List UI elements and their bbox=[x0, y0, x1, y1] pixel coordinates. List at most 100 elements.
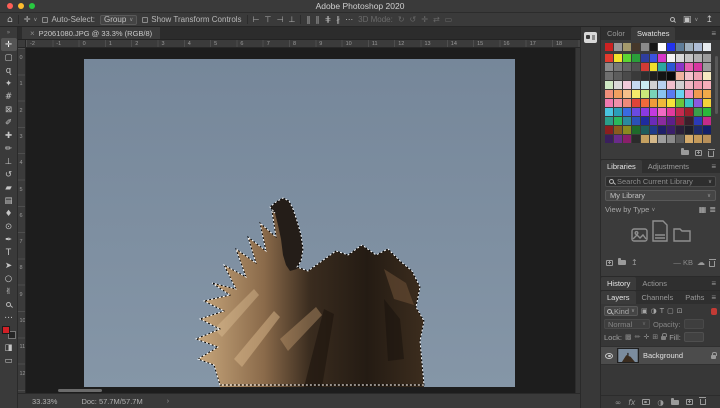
align-horizontal-centers-icon[interactable]: ⊤ bbox=[265, 15, 272, 24]
swatch[interactable] bbox=[650, 90, 658, 98]
home-icon[interactable]: ⌂ bbox=[7, 15, 13, 25]
lock-position-icon[interactable]: ✛ bbox=[643, 333, 649, 341]
history-brush-tool[interactable]: ↺ bbox=[1, 168, 17, 181]
gradient-tool[interactable]: ▤ bbox=[1, 194, 17, 207]
layer-mask-icon[interactable] bbox=[642, 398, 650, 407]
swatch[interactable] bbox=[694, 108, 702, 116]
dodge-tool[interactable]: ⊙ bbox=[1, 220, 17, 233]
quick-selection-tool[interactable]: ✦ bbox=[1, 77, 17, 90]
swatch[interactable] bbox=[623, 72, 631, 80]
fill-field[interactable] bbox=[684, 332, 704, 342]
swatch[interactable] bbox=[641, 81, 649, 89]
distribute-left-edges-icon[interactable]: ⋕ bbox=[324, 15, 331, 24]
swatch[interactable] bbox=[694, 90, 702, 98]
swatch[interactable] bbox=[694, 72, 702, 80]
swatch[interactable] bbox=[676, 54, 684, 62]
swatch[interactable] bbox=[614, 72, 622, 80]
swatch[interactable] bbox=[623, 108, 631, 116]
layer-thumbnail[interactable] bbox=[617, 348, 639, 363]
swatch[interactable] bbox=[650, 72, 658, 80]
distribute-vertical-centers-icon[interactable]: ‖ bbox=[306, 15, 310, 24]
layer-effects-icon[interactable]: fx bbox=[628, 398, 635, 407]
new-library-group-icon[interactable] bbox=[618, 260, 626, 265]
tab-swatches[interactable]: Swatches bbox=[631, 27, 676, 41]
filter-type-layers-icon[interactable]: T bbox=[660, 307, 664, 315]
swatch[interactable] bbox=[632, 63, 640, 71]
swatch[interactable] bbox=[685, 135, 693, 143]
zoom-level[interactable]: 33.33% bbox=[32, 397, 57, 406]
close-window-button[interactable] bbox=[7, 3, 13, 9]
swatch[interactable] bbox=[694, 43, 702, 51]
lock-transparent-pixels-icon[interactable]: ▩ bbox=[625, 333, 632, 341]
swatch[interactable] bbox=[605, 126, 613, 134]
swatch[interactable] bbox=[641, 135, 649, 143]
swatch[interactable] bbox=[614, 43, 622, 51]
grid-view-icon[interactable]: ▦ bbox=[699, 205, 707, 214]
swatch[interactable] bbox=[650, 81, 658, 89]
swatch[interactable] bbox=[650, 126, 658, 134]
swatch[interactable] bbox=[605, 54, 613, 62]
swatch[interactable] bbox=[623, 99, 631, 107]
swatch[interactable] bbox=[614, 135, 622, 143]
swatch[interactable] bbox=[703, 72, 711, 80]
swatch[interactable] bbox=[632, 117, 640, 125]
swatch[interactable] bbox=[703, 126, 711, 134]
swatch[interactable] bbox=[614, 90, 622, 98]
swatch[interactable] bbox=[614, 54, 622, 62]
swatch[interactable] bbox=[667, 43, 675, 51]
panel-menu-icon[interactable]: ≡ bbox=[711, 293, 720, 304]
swatch[interactable] bbox=[658, 117, 666, 125]
swatch[interactable] bbox=[614, 99, 622, 107]
swatch[interactable] bbox=[676, 43, 684, 51]
tab-adjustments[interactable]: Adjustments bbox=[642, 160, 695, 174]
lasso-tool[interactable]: ɋ bbox=[1, 64, 17, 77]
swatch[interactable] bbox=[667, 99, 675, 107]
swatch[interactable] bbox=[685, 126, 693, 134]
swatch[interactable] bbox=[676, 81, 684, 89]
swatch[interactable] bbox=[641, 72, 649, 80]
tab-history[interactable]: History bbox=[601, 277, 636, 291]
quick-mask-icon[interactable]: ◨ bbox=[1, 341, 17, 354]
swatch[interactable] bbox=[667, 54, 675, 62]
adjustment-layer-icon[interactable]: ◑ bbox=[657, 398, 664, 407]
brush-tool[interactable]: ✏ bbox=[1, 142, 17, 155]
swatch[interactable] bbox=[667, 135, 675, 143]
collapsed-panel-icon[interactable] bbox=[584, 32, 597, 43]
auto-select-checkbox[interactable] bbox=[42, 17, 48, 23]
frame-tool[interactable]: ⊠ bbox=[1, 103, 17, 116]
fullscreen-window-button[interactable] bbox=[29, 3, 35, 9]
workspace-switcher[interactable]: ▣ ∨ bbox=[683, 15, 699, 25]
show-transform-controls-checkbox[interactable] bbox=[142, 17, 148, 23]
swatch[interactable] bbox=[632, 54, 640, 62]
swatch[interactable] bbox=[694, 54, 702, 62]
swatch[interactable] bbox=[703, 108, 711, 116]
lock-all-icon[interactable] bbox=[661, 333, 666, 342]
zoom-tool[interactable] bbox=[1, 298, 17, 311]
swatch[interactable] bbox=[685, 54, 693, 62]
tab-channels[interactable]: Channels bbox=[636, 291, 680, 305]
layer-filter-kind-dropdown[interactable]: Kind ∨ bbox=[604, 306, 638, 316]
swatch[interactable] bbox=[650, 99, 658, 107]
swatch[interactable] bbox=[641, 90, 649, 98]
swatch[interactable] bbox=[658, 63, 666, 71]
tab-color[interactable]: Color bbox=[601, 27, 631, 41]
filter-adjustment-layers-icon[interactable]: ◑ bbox=[651, 307, 657, 315]
swatch[interactable] bbox=[658, 81, 666, 89]
foreground-color-swatch[interactable] bbox=[2, 326, 10, 334]
swatch[interactable] bbox=[703, 43, 711, 51]
tab-actions[interactable]: Actions bbox=[636, 277, 673, 291]
eyedropper-tool[interactable]: ✐ bbox=[1, 116, 17, 129]
swatch[interactable] bbox=[667, 72, 675, 80]
swatch[interactable] bbox=[605, 135, 613, 143]
swatch[interactable] bbox=[685, 63, 693, 71]
swatch[interactable] bbox=[685, 90, 693, 98]
align-bottom-edges-icon[interactable]: ⊥ bbox=[288, 15, 295, 24]
distribute-right-edges-icon[interactable]: ∦ bbox=[336, 15, 340, 24]
swatch[interactable] bbox=[641, 117, 649, 125]
swatch[interactable] bbox=[694, 117, 702, 125]
swatch[interactable] bbox=[632, 108, 640, 116]
swatch[interactable] bbox=[703, 117, 711, 125]
swatch[interactable] bbox=[632, 90, 640, 98]
horizontal-scrollbar-thumb[interactable] bbox=[58, 389, 102, 392]
swatches-scrollbar[interactable] bbox=[715, 56, 718, 114]
